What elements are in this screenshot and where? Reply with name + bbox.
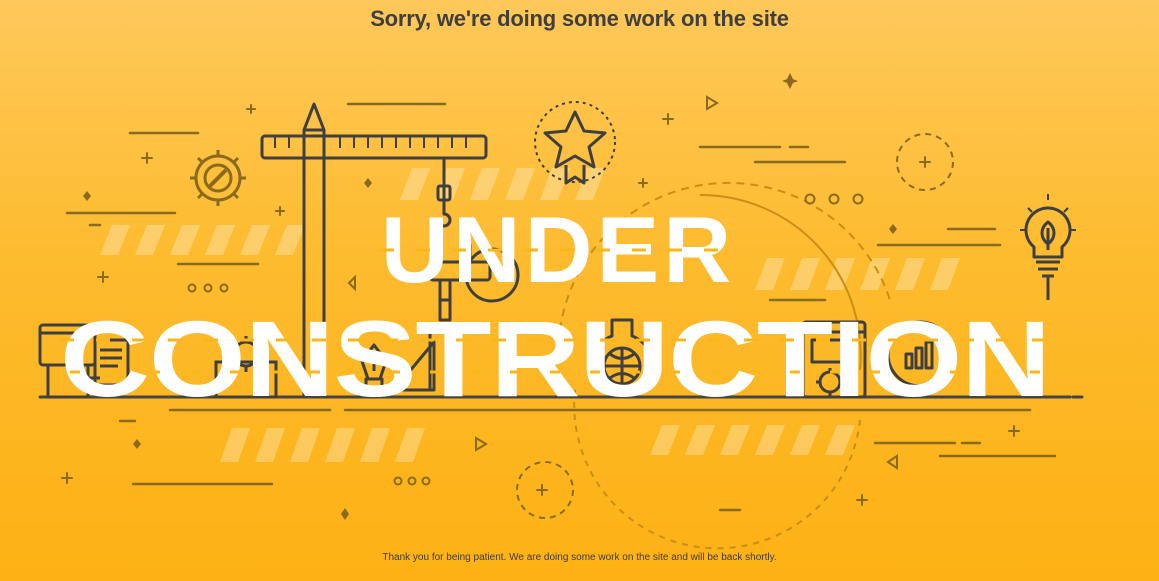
light-bulb-icon	[1020, 194, 1076, 300]
under-construction-illustration: UNDER CONSTRUCTION	[38, 73, 1084, 550]
gear-wrench-icon	[190, 150, 246, 206]
footer-message: Thank you for being patient. We are doin…	[382, 552, 777, 563]
headline-word-construction: CONSTRUCTION	[60, 298, 1050, 419]
